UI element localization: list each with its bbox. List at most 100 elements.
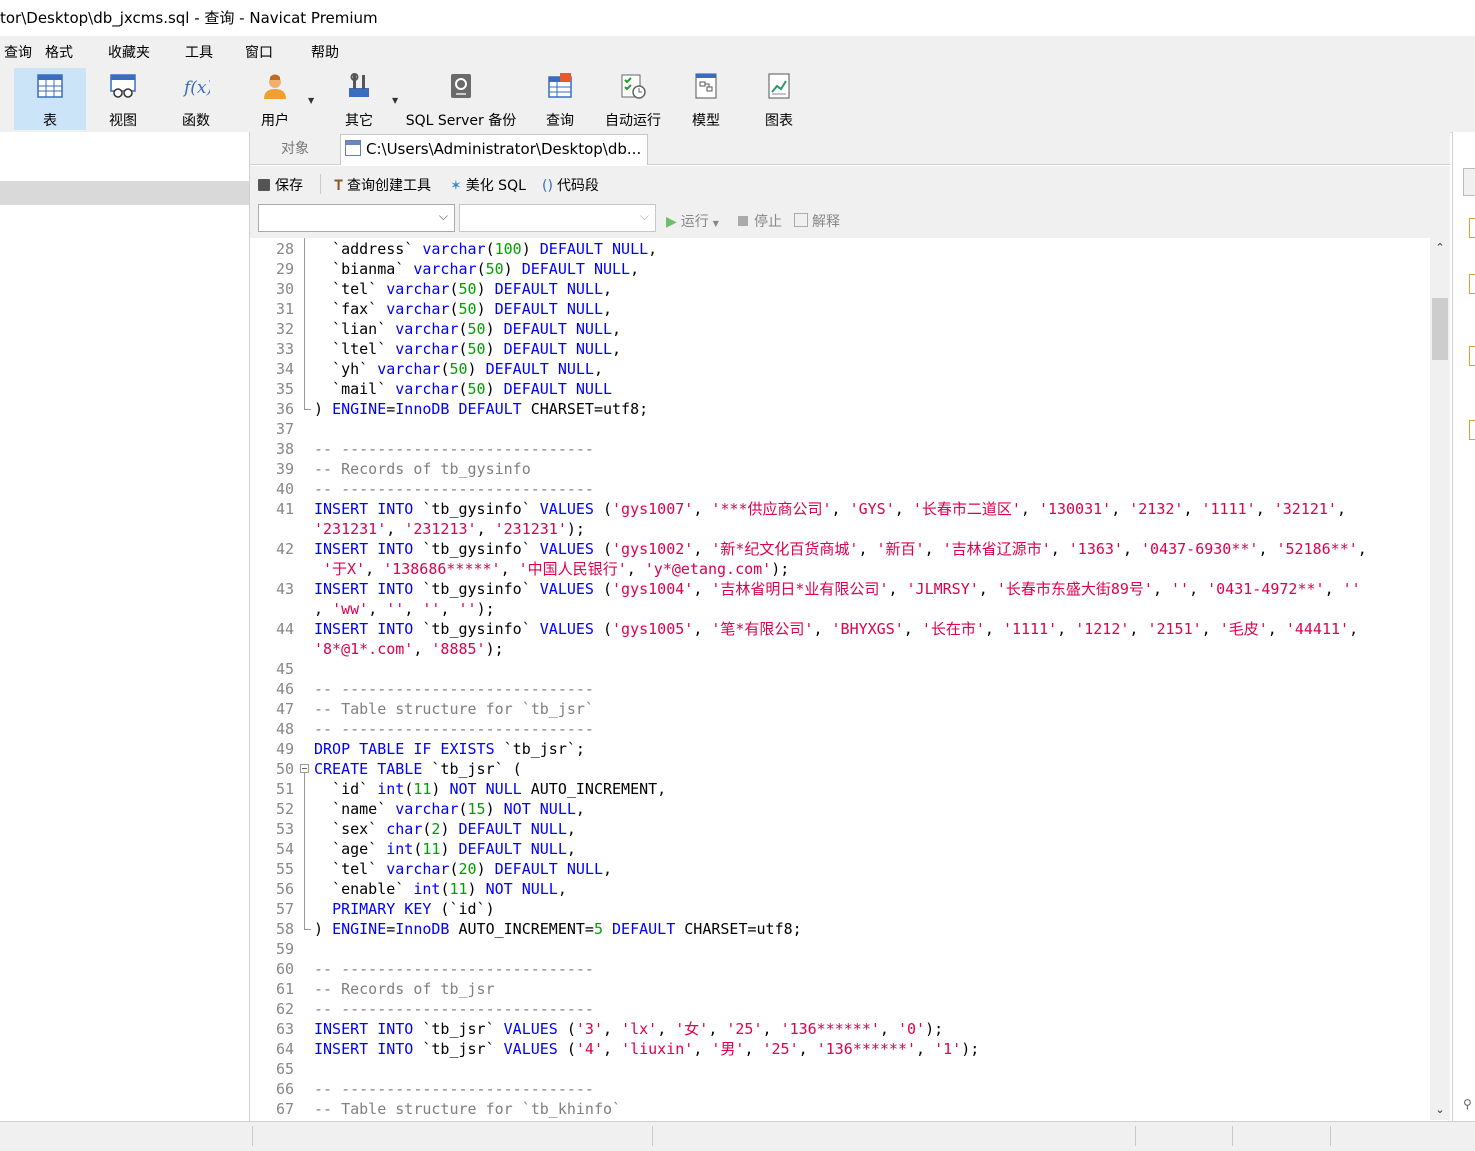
- code-line[interactable]: 42 INSERT INTO `tb_gysinfo` VALUES ('gys1…: [250, 539, 1430, 559]
- code-line[interactable]: 55 `tel` varchar(20) DEFAULT NULL,: [250, 859, 1430, 879]
- code-line[interactable]: '8*@1*.com', '8885');: [250, 639, 1430, 659]
- code-line[interactable]: 45: [250, 659, 1430, 679]
- code-line[interactable]: 40 -- ----------------------------: [250, 479, 1430, 499]
- toolbar-autorun-button[interactable]: 自动运行: [600, 68, 666, 130]
- menu-favorites[interactable]: 收藏夹: [108, 42, 150, 62]
- code-line[interactable]: 28 `address` varchar(100) DEFAULT NULL,: [250, 239, 1430, 259]
- toolbar-chart-button[interactable]: 图表: [752, 68, 806, 130]
- code-line[interactable]: 32 `lian` varchar(50) DEFAULT NULL,: [250, 319, 1430, 339]
- code-line[interactable]: 29 `bianma` varchar(50) DEFAULT NULL,: [250, 259, 1430, 279]
- save-button[interactable]: 保存: [258, 175, 303, 195]
- toolbar-user-label: 用户: [261, 113, 289, 129]
- code-line[interactable]: 46 -- ----------------------------: [250, 679, 1430, 699]
- code-line[interactable]: 61 -- Records of tb_jsr: [250, 979, 1430, 999]
- code-token: INSERT INTO: [314, 1020, 414, 1038]
- code-line[interactable]: 51 `id` int(11) NOT NULL AUTO_INCREMENT,: [250, 779, 1430, 799]
- code-token: '长在市': [921, 620, 985, 638]
- code-line[interactable]: 49 DROP TABLE IF EXISTS `tb_jsr`;: [250, 739, 1430, 759]
- code-token: CREATE TABLE: [314, 760, 423, 778]
- code-line[interactable]: 53 `sex` char(2) DEFAULT NULL,: [250, 819, 1430, 839]
- code-line[interactable]: 30 `tel` varchar(50) DEFAULT NULL,: [250, 279, 1430, 299]
- toolbar-view-button[interactable]: 视图: [90, 68, 156, 130]
- search-icon[interactable]: ⚲: [1463, 1097, 1472, 1111]
- code-line[interactable]: 47 -- Table structure for `tb_jsr`: [250, 699, 1430, 719]
- code-line[interactable]: 66 -- ----------------------------: [250, 1079, 1430, 1099]
- code-line[interactable]: 65: [250, 1059, 1430, 1079]
- editor-vertical-scrollbar[interactable]: ⌃ ⌄: [1430, 238, 1450, 1120]
- code-line[interactable]: 34 `yh` varchar(50) DEFAULT NULL,: [250, 359, 1430, 379]
- code-line[interactable]: 35 `mail` varchar(50) DEFAULT NULL: [250, 379, 1430, 399]
- run-dropdown-icon[interactable]: ▼: [713, 219, 719, 228]
- menu-tools[interactable]: 工具: [185, 42, 213, 62]
- menu-query[interactable]: 查询: [4, 42, 32, 62]
- selected-tree-row[interactable]: [0, 181, 249, 205]
- code-line[interactable]: 33 `ltel` varchar(50) DEFAULT NULL,: [250, 339, 1430, 359]
- scroll-down-icon[interactable]: ⌄: [1430, 1100, 1450, 1120]
- code-line[interactable]: 37: [250, 419, 1430, 439]
- info-pane-button[interactable]: [1463, 168, 1475, 196]
- code-line[interactable]: 60 -- ----------------------------: [250, 959, 1430, 979]
- toolbar-model-button[interactable]: 模型: [680, 68, 732, 130]
- menu-format[interactable]: 格式: [45, 42, 73, 62]
- code-line[interactable]: 57 PRIMARY KEY (`id`): [250, 899, 1430, 919]
- database-select[interactable]: ⌵: [459, 204, 656, 232]
- code-line[interactable]: '于X', '138686*****', '中国人民银行', 'y*@etang…: [250, 559, 1430, 579]
- query-builder-button[interactable]: 𝐓 查询创建工具: [334, 175, 431, 195]
- code-line[interactable]: 64 INSERT INTO `tb_jsr` VALUES ('4', 'liu…: [250, 1039, 1430, 1059]
- code-line[interactable]: 63 INSERT INTO `tb_jsr` VALUES ('3', 'lx'…: [250, 1019, 1430, 1039]
- toolbar-table-button[interactable]: 表: [14, 68, 86, 130]
- code-snippet-button[interactable]: () 代码段: [542, 175, 599, 195]
- tab-sql-file[interactable]: C:\Users\Administrator\Desktop\db...: [340, 134, 648, 165]
- code-line[interactable]: 54 `age` int(11) DEFAULT NULL,: [250, 839, 1430, 859]
- line-number: 33: [275, 340, 294, 358]
- toolbar-user-button[interactable]: 用户: [242, 68, 308, 130]
- code-line[interactable]: 39 -- Records of tb_gysinfo: [250, 459, 1430, 479]
- code-token: '于X': [323, 560, 366, 578]
- code-line[interactable]: 48 -- ----------------------------: [250, 719, 1430, 739]
- menu-help[interactable]: 帮助: [311, 42, 339, 62]
- code-line[interactable]: 52 `name` varchar(15) NOT NULL,: [250, 799, 1430, 819]
- connection-select[interactable]: ⌵: [258, 204, 455, 232]
- code-token: -- ----------------------------: [314, 720, 594, 738]
- code-line[interactable]: 59: [250, 939, 1430, 959]
- code-line[interactable]: 50 CREATE TABLE `tb_jsr` (: [250, 759, 1430, 779]
- code-line[interactable]: 62 -- ----------------------------: [250, 999, 1430, 1019]
- code-line[interactable]: 36) ENGINE=InnoDB DEFAULT CHARSET=utf8;: [250, 399, 1430, 419]
- toolbar-others-button[interactable]: 其它: [326, 68, 392, 130]
- menu-window[interactable]: 窗口: [245, 42, 273, 62]
- stop-button[interactable]: 停止: [738, 211, 782, 231]
- connection-tree-pane[interactable]: [0, 132, 250, 1121]
- code-line[interactable]: 44 INSERT INTO `tb_gysinfo` VALUES ('gys1…: [250, 619, 1430, 639]
- info-pane[interactable]: ⚲: [1452, 132, 1475, 1121]
- fold-collapse-icon[interactable]: [300, 764, 309, 773]
- code-line[interactable]: 43 INSERT INTO `tb_gysinfo` VALUES ('gys1…: [250, 579, 1430, 599]
- toolbar-query-button[interactable]: 查询: [530, 68, 590, 130]
- scroll-up-icon[interactable]: ⌃: [1430, 238, 1450, 258]
- beautify-sql-button[interactable]: ✶ 美化 SQL: [450, 175, 526, 195]
- toolbar-function-button[interactable]: f(x) 函数: [163, 68, 229, 130]
- sql-editor[interactable]: 28 `address` varchar(100) DEFAULT NULL, 2…: [250, 238, 1430, 1120]
- user-dropdown-icon[interactable]: ▼: [308, 96, 314, 105]
- code-token: 50: [467, 320, 486, 338]
- scrollbar-thumb[interactable]: [1432, 298, 1448, 360]
- code-line[interactable]: 58) ENGINE=InnoDB AUTO_INCREMENT=5 DEFAU…: [250, 919, 1430, 939]
- code-token: 50: [458, 280, 477, 298]
- code-line[interactable]: 38 -- ----------------------------: [250, 439, 1430, 459]
- run-button[interactable]: ▶ 运行 ▼: [666, 211, 719, 231]
- code-token: -- Records of tb_jsr: [314, 980, 495, 998]
- toolbar-backup-button[interactable]: SQL Server 备份: [402, 68, 520, 130]
- code-line[interactable]: '231231', '231213', '231231');: [250, 519, 1430, 539]
- tab-objects[interactable]: 对象: [250, 135, 340, 164]
- code-line[interactable]: 31 `fax` varchar(50) DEFAULT NULL,: [250, 299, 1430, 319]
- code-line[interactable]: 56 `enable` int(11) NOT NULL,: [250, 879, 1430, 899]
- code-line[interactable]: 67 -- Table structure for `tb_khinfo`: [250, 1099, 1430, 1119]
- others-dropdown-icon[interactable]: ▼: [392, 96, 398, 105]
- code-line[interactable]: 41 INSERT INTO `tb_gysinfo` VALUES ('gys1…: [250, 499, 1430, 519]
- code-text: `name` varchar(15) NOT NULL,: [314, 799, 585, 819]
- code-token: '2151': [1147, 620, 1202, 638]
- code-line[interactable]: , 'ww', '', '', '');: [250, 599, 1430, 619]
- explain-button[interactable]: 解释: [794, 211, 840, 231]
- code-token: '长春市二道区': [912, 500, 1021, 518]
- code-text: , 'ww', '', '', '');: [314, 599, 495, 619]
